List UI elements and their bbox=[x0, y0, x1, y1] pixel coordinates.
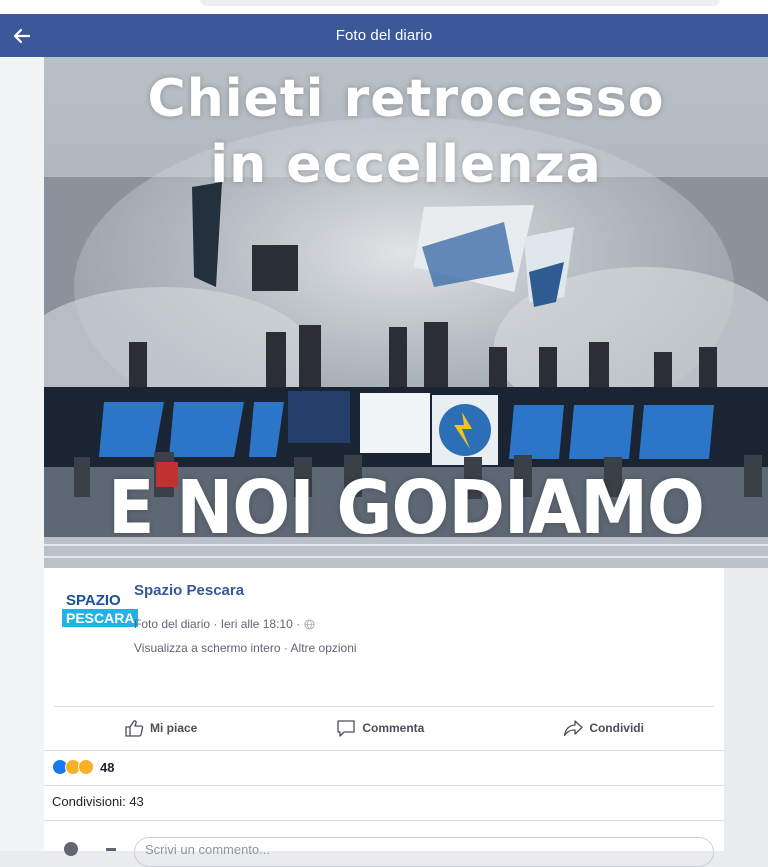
back-button[interactable] bbox=[8, 22, 36, 50]
comment-divider bbox=[44, 820, 724, 821]
reactions-divider bbox=[44, 750, 724, 751]
back-arrow-icon bbox=[13, 28, 31, 44]
comment-input[interactable]: Scrivi un commento... bbox=[134, 837, 714, 867]
shares-count[interactable]: Condivisioni: 43 bbox=[52, 794, 144, 809]
page-avatar[interactable]: SPAZIO PESCARA bbox=[60, 590, 139, 630]
comment-bubble-icon bbox=[337, 720, 355, 737]
post-links: Visualizza a schermo intero · Altre opzi… bbox=[134, 641, 357, 655]
camera-icon[interactable] bbox=[64, 842, 78, 856]
fullscreen-link[interactable]: Visualizza a schermo intero bbox=[134, 641, 281, 655]
post-meta: Foto del diario · Ieri alle 18:10 · bbox=[134, 617, 315, 631]
post-photo[interactable]: Chieti retrocesso in eccellenza E NOI GO… bbox=[44, 57, 768, 568]
share-arrow-icon bbox=[564, 720, 583, 737]
like-button[interactable]: Mi piace bbox=[124, 719, 197, 737]
post-meta-text: Foto del diario · Ieri alle 18:10 · bbox=[134, 617, 301, 631]
top-bar: Foto del diario bbox=[0, 14, 768, 57]
actions-divider bbox=[54, 706, 714, 707]
more-options-link[interactable]: Altre opzioni bbox=[291, 641, 357, 655]
share-button[interactable]: Condividi bbox=[563, 719, 644, 737]
page-title: Foto del diario bbox=[335, 27, 433, 44]
page-name-link[interactable]: Spazio Pescara bbox=[134, 582, 244, 599]
comment-composer: Scrivi un commento... bbox=[44, 832, 724, 867]
photo-caption-line-3: E NOI GODIAMO bbox=[107, 465, 705, 551]
browser-top-strip bbox=[0, 0, 768, 14]
like-label: Mi piace bbox=[150, 721, 198, 735]
logo-text-bottom: PESCARA bbox=[62, 609, 139, 627]
globe-icon bbox=[304, 618, 315, 630]
comment-button[interactable]: Commenta bbox=[336, 719, 424, 737]
reaction-count: 48 bbox=[100, 759, 115, 775]
share-label: Condividi bbox=[589, 721, 644, 735]
shares-divider bbox=[44, 785, 724, 786]
comment-label: Commenta bbox=[362, 721, 425, 735]
post-actions: Mi piace Commenta Condividi bbox=[54, 708, 714, 748]
sad-reaction-icon bbox=[78, 759, 94, 775]
links-separator: · bbox=[280, 641, 291, 655]
right-gutter bbox=[724, 568, 768, 851]
address-bar[interactable] bbox=[200, 0, 720, 6]
photo-caption-line-1: Chieti retrocesso bbox=[147, 69, 665, 129]
logo-text-top: SPAZIO bbox=[66, 592, 121, 609]
left-gutter bbox=[0, 57, 44, 851]
post-details-card: SPAZIO PESCARA Spazio Pescara Foto del d… bbox=[44, 568, 724, 867]
thumbs-up-icon bbox=[125, 720, 144, 737]
reaction-summary[interactable]: 48 bbox=[52, 759, 114, 775]
photo-caption-line-2: in eccellenza bbox=[210, 135, 602, 195]
